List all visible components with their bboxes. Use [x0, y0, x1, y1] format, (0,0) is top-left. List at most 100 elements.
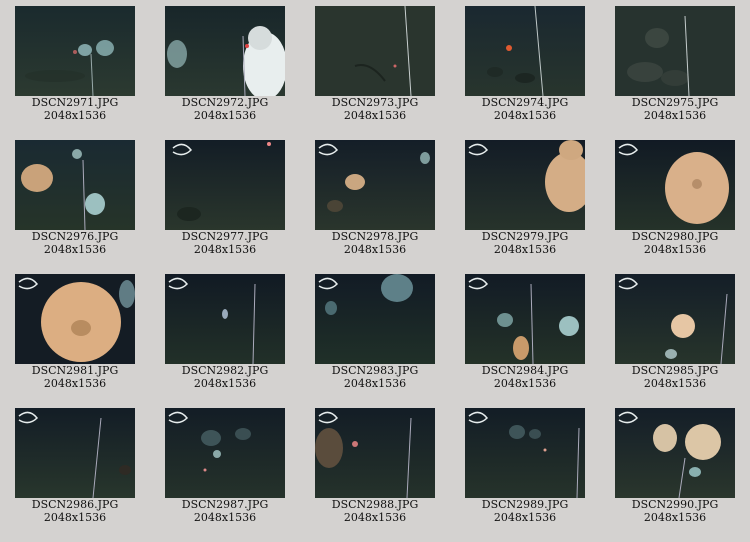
thumbnail-dimensions: 2048x1536	[493, 243, 557, 256]
thumbnail-item[interactable]: DSCN2985.JPG 2048x1536	[600, 268, 750, 402]
thumbnail-dimensions: 2048x1536	[343, 511, 407, 524]
thumbnail-dimensions: 2048x1536	[343, 377, 407, 390]
thumbnail-filename: DSCN2980.JPG	[631, 230, 719, 243]
thumbnail-image[interactable]	[465, 274, 585, 364]
thumbnail-image[interactable]	[465, 140, 585, 230]
thumbnail-filename: DSCN2984.JPG	[481, 364, 569, 377]
thumbnail-image[interactable]	[615, 140, 735, 230]
seafloor-photo	[15, 274, 135, 364]
thumbnail-image[interactable]	[15, 274, 135, 364]
thumbnail-image[interactable]	[465, 6, 585, 96]
thumbnail-item[interactable]: DSCN2975.JPG 2048x1536	[600, 0, 750, 134]
thumbnail-image[interactable]	[165, 274, 285, 364]
thumbnail-item[interactable]: DSCN2986.JPG 2048x1536	[0, 402, 150, 536]
thumbnail-item[interactable]: DSCN2990.JPG 2048x1536	[600, 402, 750, 536]
thumbnail-filename: DSCN2974.JPG	[481, 96, 569, 109]
seafloor-photo	[465, 6, 585, 96]
thumbnail-filename: DSCN2982.JPG	[181, 364, 269, 377]
seafloor-photo	[165, 274, 285, 364]
thumbnail-filename: DSCN2975.JPG	[631, 96, 719, 109]
thumbnail-filename: DSCN2973.JPG	[331, 96, 419, 109]
thumbnail-dimensions: 2048x1536	[43, 511, 107, 524]
thumbnail-item[interactable]: DSCN2987.JPG 2048x1536	[150, 402, 300, 536]
thumbnail-filename: DSCN2976.JPG	[31, 230, 119, 243]
thumbnail-image[interactable]	[615, 408, 735, 498]
thumbnail-dimensions: 2048x1536	[643, 109, 707, 122]
seafloor-photo	[615, 274, 735, 364]
thumbnail-filename: DSCN2978.JPG	[331, 230, 419, 243]
thumbnail-gallery: DSCN2971.JPG 2048x1536 DSCN2972.JPG 2048…	[0, 0, 750, 542]
thumbnail-filename: DSCN2985.JPG	[631, 364, 719, 377]
thumbnail-item[interactable]: DSCN2978.JPG 2048x1536	[300, 134, 450, 268]
seafloor-photo	[165, 140, 285, 230]
thumbnail-image[interactable]	[615, 6, 735, 96]
thumbnail-dimensions: 2048x1536	[193, 243, 257, 256]
thumbnail-item[interactable]: DSCN2980.JPG 2048x1536	[600, 134, 750, 268]
thumbnail-filename: DSCN2983.JPG	[331, 364, 419, 377]
seafloor-photo	[465, 140, 585, 230]
seafloor-photo	[165, 6, 285, 96]
thumbnail-image[interactable]	[315, 408, 435, 498]
thumbnail-filename: DSCN2989.JPG	[481, 498, 569, 511]
thumbnail-item[interactable]: DSCN2977.JPG 2048x1536	[150, 134, 300, 268]
thumbnail-image[interactable]	[315, 140, 435, 230]
seafloor-photo	[465, 408, 585, 498]
thumbnail-image[interactable]	[315, 274, 435, 364]
seafloor-photo	[465, 274, 585, 364]
seafloor-photo	[315, 6, 435, 96]
thumbnail-image[interactable]	[15, 140, 135, 230]
thumbnail-item[interactable]: DSCN2989.JPG 2048x1536	[450, 402, 600, 536]
thumbnail-dimensions: 2048x1536	[493, 377, 557, 390]
seafloor-photo	[15, 408, 135, 498]
thumbnail-dimensions: 2048x1536	[193, 377, 257, 390]
thumbnail-item[interactable]: DSCN2988.JPG 2048x1536	[300, 402, 450, 536]
thumbnail-image[interactable]	[15, 408, 135, 498]
seafloor-photo	[15, 140, 135, 230]
thumbnail-filename: DSCN2988.JPG	[331, 498, 419, 511]
seafloor-photo	[615, 408, 735, 498]
thumbnail-dimensions: 2048x1536	[343, 243, 407, 256]
thumbnail-dimensions: 2048x1536	[643, 511, 707, 524]
thumbnail-dimensions: 2048x1536	[193, 511, 257, 524]
thumbnail-filename: DSCN2990.JPG	[631, 498, 719, 511]
thumbnail-filename: DSCN2971.JPG	[31, 96, 119, 109]
thumbnail-dimensions: 2048x1536	[193, 109, 257, 122]
thumbnail-image[interactable]	[165, 6, 285, 96]
seafloor-photo	[315, 140, 435, 230]
thumbnail-item[interactable]: DSCN2974.JPG 2048x1536	[450, 0, 600, 134]
thumbnail-item[interactable]: DSCN2972.JPG 2048x1536	[150, 0, 300, 134]
thumbnail-image[interactable]	[615, 274, 735, 364]
thumbnail-dimensions: 2048x1536	[43, 243, 107, 256]
thumbnail-filename: DSCN2972.JPG	[181, 96, 269, 109]
thumbnail-image[interactable]	[165, 140, 285, 230]
thumbnail-item[interactable]: DSCN2984.JPG 2048x1536	[450, 268, 600, 402]
thumbnail-dimensions: 2048x1536	[43, 109, 107, 122]
thumbnail-filename: DSCN2986.JPG	[31, 498, 119, 511]
thumbnail-image[interactable]	[315, 6, 435, 96]
thumbnail-image[interactable]	[15, 6, 135, 96]
thumbnail-item[interactable]: DSCN2983.JPG 2048x1536	[300, 268, 450, 402]
seafloor-photo	[315, 274, 435, 364]
seafloor-photo	[165, 408, 285, 498]
thumbnail-filename: DSCN2977.JPG	[181, 230, 269, 243]
thumbnail-dimensions: 2048x1536	[43, 377, 107, 390]
thumbnail-item[interactable]: DSCN2981.JPG 2048x1536	[0, 268, 150, 402]
thumbnail-dimensions: 2048x1536	[343, 109, 407, 122]
thumbnail-filename: DSCN2979.JPG	[481, 230, 569, 243]
thumbnail-dimensions: 2048x1536	[643, 377, 707, 390]
thumbnail-image[interactable]	[465, 408, 585, 498]
seafloor-photo	[15, 6, 135, 96]
seafloor-photo	[615, 140, 735, 230]
thumbnail-item[interactable]: DSCN2971.JPG 2048x1536	[0, 0, 150, 134]
thumbnail-filename: DSCN2987.JPG	[181, 498, 269, 511]
seafloor-photo	[615, 6, 735, 96]
thumbnail-image[interactable]	[165, 408, 285, 498]
thumbnail-dimensions: 2048x1536	[493, 511, 557, 524]
thumbnail-dimensions: 2048x1536	[643, 243, 707, 256]
thumbnail-item[interactable]: DSCN2973.JPG 2048x1536	[300, 0, 450, 134]
thumbnail-item[interactable]: DSCN2976.JPG 2048x1536	[0, 134, 150, 268]
thumbnail-item[interactable]: DSCN2979.JPG 2048x1536	[450, 134, 600, 268]
seafloor-photo	[315, 408, 435, 498]
thumbnail-item[interactable]: DSCN2982.JPG 2048x1536	[150, 268, 300, 402]
thumbnail-filename: DSCN2981.JPG	[31, 364, 119, 377]
